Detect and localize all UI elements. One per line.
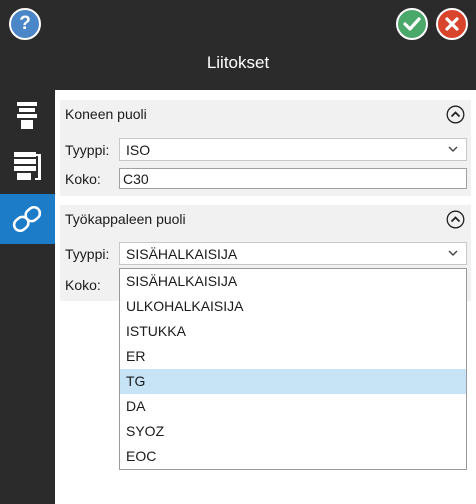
- dropdown-option[interactable]: ULKOHALKAISIJA: [120, 294, 466, 319]
- spindle-icon: [17, 102, 37, 129]
- holder-icon: [14, 152, 41, 180]
- machine-type-select[interactable]: ISO: [119, 138, 467, 161]
- dropdown-option[interactable]: ER: [120, 344, 466, 369]
- dropdown-option-highlighted[interactable]: TG: [120, 369, 466, 394]
- help-icon: ?: [19, 13, 31, 34]
- close-icon: [445, 17, 459, 31]
- chevron-down-icon: [448, 146, 458, 152]
- checkmark-icon: [403, 17, 421, 31]
- type-label: Tyyppi:: [65, 142, 110, 158]
- size-label: Koko:: [65, 277, 101, 293]
- collapse-icon[interactable]: [446, 210, 465, 229]
- sidebar-item-holder[interactable]: [0, 140, 55, 190]
- sidebar-item-connections[interactable]: [0, 194, 55, 244]
- cancel-button[interactable]: [436, 8, 468, 40]
- machine-side-section: Koneen puoli Tyyppi: ISO Koko: C30: [60, 100, 471, 196]
- link-icon: [12, 205, 42, 233]
- dialog-title: Liitokset: [206, 53, 270, 72]
- sidebar: [0, 90, 55, 504]
- sidebar-item-machine[interactable]: [0, 90, 55, 140]
- dropdown-option[interactable]: DA: [120, 394, 466, 419]
- size-label: Koko:: [65, 171, 101, 187]
- dropdown-option[interactable]: SYOZ: [120, 419, 466, 444]
- work-type-select[interactable]: SISÄHALKAISIJA: [119, 242, 467, 265]
- field-value: C30: [123, 171, 149, 187]
- type-dropdown-list: SISÄHALKAISIJA ULKOHALKAISIJA ISTUKKA ER…: [119, 268, 467, 470]
- select-value: SISÄHALKAISIJA: [126, 246, 238, 262]
- dropdown-option[interactable]: EOC: [120, 444, 466, 469]
- type-label: Tyyppi:: [65, 246, 110, 262]
- machine-size-field[interactable]: C30: [119, 168, 467, 189]
- dropdown-option[interactable]: ISTUKKA: [120, 319, 466, 344]
- section-heading: Koneen puoli: [65, 106, 147, 122]
- title-bar: ? Liitokset: [0, 0, 476, 90]
- ok-button[interactable]: [396, 8, 428, 40]
- help-button[interactable]: ?: [9, 8, 41, 40]
- select-value: ISO: [126, 142, 151, 158]
- section-heading: Työkappaleen puoli: [65, 211, 186, 227]
- chevron-down-icon: [448, 250, 458, 256]
- dropdown-option[interactable]: SISÄHALKAISIJA: [120, 269, 466, 294]
- collapse-icon[interactable]: [446, 105, 465, 124]
